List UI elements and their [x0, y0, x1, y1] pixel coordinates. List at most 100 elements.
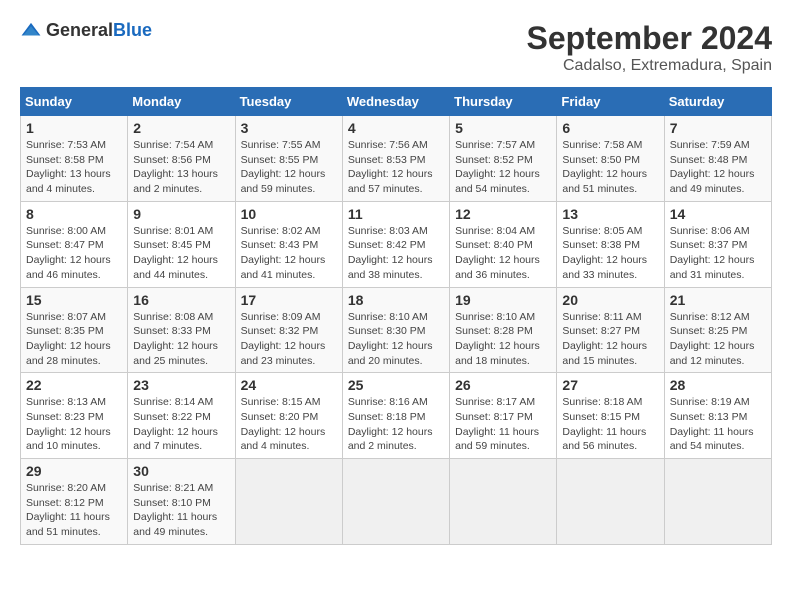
calendar-cell: 29 Sunrise: 8:20 AM Sunset: 8:12 PM Dayli…: [21, 459, 128, 545]
calendar-cell: 19 Sunrise: 8:10 AM Sunset: 8:28 PM Dayli…: [450, 287, 557, 373]
day-number: 24: [241, 377, 337, 393]
day-info: Sunrise: 8:09 AM Sunset: 8:32 PM Dayligh…: [241, 310, 337, 369]
day-info: Sunrise: 8:00 AM Sunset: 8:47 PM Dayligh…: [26, 224, 122, 283]
day-number: 14: [670, 206, 766, 222]
day-info: Sunrise: 8:05 AM Sunset: 8:38 PM Dayligh…: [562, 224, 658, 283]
day-info: Sunrise: 8:04 AM Sunset: 8:40 PM Dayligh…: [455, 224, 551, 283]
day-number: 2: [133, 120, 229, 136]
day-info: Sunrise: 8:21 AM Sunset: 8:10 PM Dayligh…: [133, 481, 229, 540]
calendar-cell: 20 Sunrise: 8:11 AM Sunset: 8:27 PM Dayli…: [557, 287, 664, 373]
day-info: Sunrise: 8:17 AM Sunset: 8:17 PM Dayligh…: [455, 395, 551, 454]
calendar-cell: 12Sunrise: 8:04 AM Sunset: 8:40 PM Dayli…: [450, 201, 557, 287]
day-number: 22: [26, 377, 122, 393]
logo-text: GeneralBlue: [46, 20, 152, 41]
day-info: Sunrise: 8:03 AM Sunset: 8:42 PM Dayligh…: [348, 224, 444, 283]
day-info: Sunrise: 8:19 AM Sunset: 8:13 PM Dayligh…: [670, 395, 766, 454]
day-number: 8: [26, 206, 122, 222]
title-area: September 2024 Cadalso, Extremadura, Spa…: [527, 20, 772, 75]
calendar-cell: 24 Sunrise: 8:15 AM Sunset: 8:20 PM Dayli…: [235, 373, 342, 459]
day-number: 19: [455, 292, 551, 308]
weekday-header-wednesday: Wednesday: [342, 88, 449, 116]
week-row-2: 8 Sunrise: 8:00 AM Sunset: 8:47 PM Daylig…: [21, 201, 772, 287]
calendar-cell: 14Sunrise: 8:06 AM Sunset: 8:37 PM Dayli…: [664, 201, 771, 287]
day-number: 29: [26, 463, 122, 479]
calendar-cell: [450, 459, 557, 545]
day-number: 16: [133, 292, 229, 308]
calendar-cell: 21 Sunrise: 8:12 AM Sunset: 8:25 PM Dayli…: [664, 287, 771, 373]
calendar-cell: 30 Sunrise: 8:21 AM Sunset: 8:10 PM Dayli…: [128, 459, 235, 545]
weekday-header-thursday: Thursday: [450, 88, 557, 116]
weekday-header-saturday: Saturday: [664, 88, 771, 116]
day-info: Sunrise: 7:55 AM Sunset: 8:55 PM Dayligh…: [241, 138, 337, 197]
calendar-cell: 10 Sunrise: 8:02 AM Sunset: 8:43 PM Dayli…: [235, 201, 342, 287]
weekday-header-row: SundayMondayTuesdayWednesdayThursdayFrid…: [21, 88, 772, 116]
day-info: Sunrise: 8:02 AM Sunset: 8:43 PM Dayligh…: [241, 224, 337, 283]
calendar-cell: 16Sunrise: 8:08 AM Sunset: 8:33 PM Dayli…: [128, 287, 235, 373]
day-number: 21: [670, 292, 766, 308]
week-row-5: 29 Sunrise: 8:20 AM Sunset: 8:12 PM Dayli…: [21, 459, 772, 545]
day-info: Sunrise: 8:12 AM Sunset: 8:25 PM Dayligh…: [670, 310, 766, 369]
weekday-header-tuesday: Tuesday: [235, 88, 342, 116]
day-number: 28: [670, 377, 766, 393]
logo-icon: [20, 21, 42, 39]
calendar-cell: 9 Sunrise: 8:01 AM Sunset: 8:45 PM Daylig…: [128, 201, 235, 287]
calendar-cell: 6 Sunrise: 7:58 AM Sunset: 8:50 PM Daylig…: [557, 116, 664, 202]
day-info: Sunrise: 8:15 AM Sunset: 8:20 PM Dayligh…: [241, 395, 337, 454]
day-number: 20: [562, 292, 658, 308]
calendar-cell: 13 Sunrise: 8:05 AM Sunset: 8:38 PM Dayli…: [557, 201, 664, 287]
week-row-3: 15Sunrise: 8:07 AM Sunset: 8:35 PM Dayli…: [21, 287, 772, 373]
weekday-header-sunday: Sunday: [21, 88, 128, 116]
logo-general: General: [46, 20, 113, 40]
day-number: 6: [562, 120, 658, 136]
location-title: Cadalso, Extremadura, Spain: [527, 57, 772, 75]
header: GeneralBlue September 2024 Cadalso, Extr…: [20, 20, 772, 75]
calendar-cell: 15Sunrise: 8:07 AM Sunset: 8:35 PM Dayli…: [21, 287, 128, 373]
day-number: 13: [562, 206, 658, 222]
day-info: Sunrise: 7:59 AM Sunset: 8:48 PM Dayligh…: [670, 138, 766, 197]
day-info: Sunrise: 8:20 AM Sunset: 8:12 PM Dayligh…: [26, 481, 122, 540]
calendar-cell: 18 Sunrise: 8:10 AM Sunset: 8:30 PM Dayli…: [342, 287, 449, 373]
day-info: Sunrise: 7:56 AM Sunset: 8:53 PM Dayligh…: [348, 138, 444, 197]
day-number: 10: [241, 206, 337, 222]
day-number: 15: [26, 292, 122, 308]
month-title: September 2024: [527, 20, 772, 57]
calendar-cell: [235, 459, 342, 545]
calendar-cell: 4 Sunrise: 7:56 AM Sunset: 8:53 PM Daylig…: [342, 116, 449, 202]
day-info: Sunrise: 8:11 AM Sunset: 8:27 PM Dayligh…: [562, 310, 658, 369]
day-number: 23: [133, 377, 229, 393]
weekday-header-monday: Monday: [128, 88, 235, 116]
day-number: 7: [670, 120, 766, 136]
calendar-cell: 25Sunrise: 8:16 AM Sunset: 8:18 PM Dayli…: [342, 373, 449, 459]
week-row-1: 1 Sunrise: 7:53 AM Sunset: 8:58 PM Daylig…: [21, 116, 772, 202]
day-number: 9: [133, 206, 229, 222]
calendar-cell: 27Sunrise: 8:18 AM Sunset: 8:15 PM Dayli…: [557, 373, 664, 459]
calendar-cell: 11 Sunrise: 8:03 AM Sunset: 8:42 PM Dayli…: [342, 201, 449, 287]
day-info: Sunrise: 8:01 AM Sunset: 8:45 PM Dayligh…: [133, 224, 229, 283]
day-number: 18: [348, 292, 444, 308]
calendar-cell: [342, 459, 449, 545]
calendar-cell: 1 Sunrise: 7:53 AM Sunset: 8:58 PM Daylig…: [21, 116, 128, 202]
calendar-cell: 17Sunrise: 8:09 AM Sunset: 8:32 PM Dayli…: [235, 287, 342, 373]
day-number: 5: [455, 120, 551, 136]
day-info: Sunrise: 7:53 AM Sunset: 8:58 PM Dayligh…: [26, 138, 122, 197]
day-number: 26: [455, 377, 551, 393]
week-row-4: 22Sunrise: 8:13 AM Sunset: 8:23 PM Dayli…: [21, 373, 772, 459]
day-number: 3: [241, 120, 337, 136]
day-info: Sunrise: 8:10 AM Sunset: 8:30 PM Dayligh…: [348, 310, 444, 369]
calendar-cell: 3 Sunrise: 7:55 AM Sunset: 8:55 PM Daylig…: [235, 116, 342, 202]
day-info: Sunrise: 7:58 AM Sunset: 8:50 PM Dayligh…: [562, 138, 658, 197]
day-number: 25: [348, 377, 444, 393]
day-number: 4: [348, 120, 444, 136]
calendar-cell: 8 Sunrise: 8:00 AM Sunset: 8:47 PM Daylig…: [21, 201, 128, 287]
day-number: 30: [133, 463, 229, 479]
day-info: Sunrise: 8:10 AM Sunset: 8:28 PM Dayligh…: [455, 310, 551, 369]
day-number: 1: [26, 120, 122, 136]
calendar-cell: 23 Sunrise: 8:14 AM Sunset: 8:22 PM Dayli…: [128, 373, 235, 459]
day-info: Sunrise: 8:14 AM Sunset: 8:22 PM Dayligh…: [133, 395, 229, 454]
calendar-cell: 7 Sunrise: 7:59 AM Sunset: 8:48 PM Daylig…: [664, 116, 771, 202]
calendar-cell: 2Sunrise: 7:54 AM Sunset: 8:56 PM Daylig…: [128, 116, 235, 202]
weekday-header-friday: Friday: [557, 88, 664, 116]
day-number: 11: [348, 206, 444, 222]
calendar: SundayMondayTuesdayWednesdayThursdayFrid…: [20, 87, 772, 545]
calendar-cell: [557, 459, 664, 545]
